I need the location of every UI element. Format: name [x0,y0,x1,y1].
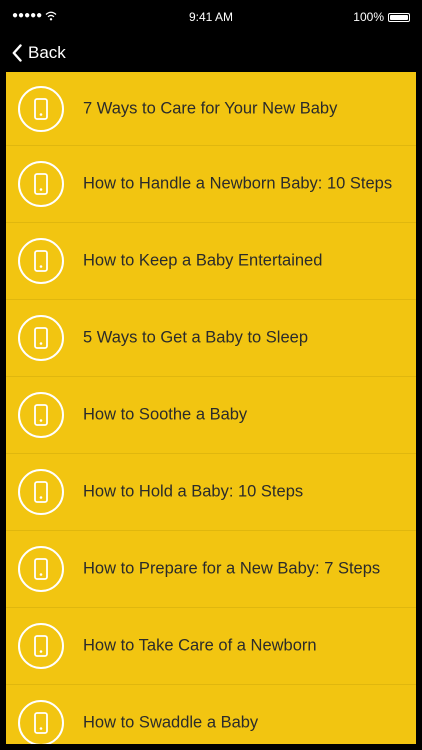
status-bar: ●●●●● 9:41 AM 100% [6,0,416,34]
list-item[interactable]: How to Handle a Newborn Baby: 10 Steps [6,146,416,223]
status-right: 100% [353,10,410,24]
navigation-bar: Back [6,34,416,72]
chevron-left-icon [12,44,22,62]
list-item[interactable]: 5 Ways to Get a Baby to Sleep [6,300,416,377]
phone-icon [18,700,64,744]
phone-icon [18,161,64,207]
battery-icon [388,12,410,22]
battery-percent: 100% [353,10,384,24]
list-item[interactable]: How to Keep a Baby Entertained [6,223,416,300]
list-item-label: 5 Ways to Get a Baby to Sleep [83,328,309,347]
list-item[interactable]: How to Take Care of a Newborn [6,608,416,685]
app-screen: ●●●●● 9:41 AM 100% Back 7 Ways to Care f… [6,0,416,744]
phone-icon [18,85,64,132]
list-item-label: How to Hold a Baby: 10 Steps [83,482,304,501]
phone-icon [18,392,64,438]
phone-icon [18,469,64,515]
phone-icon [18,238,64,284]
list-item-label: How to Soothe a Baby [83,405,248,424]
list-item[interactable]: How to Soothe a Baby [6,377,416,454]
list-item-label: How to Take Care of a Newborn [83,636,317,655]
phone-icon [18,546,64,592]
list-item-label: How to Handle a Newborn Baby: 10 Steps [83,174,393,193]
list-item-label: 7 Ways to Care for Your New Baby [83,99,338,117]
back-label: Back [28,43,66,62]
device-frame: ●●●●● 9:41 AM 100% Back 7 Ways to Care f… [0,0,422,750]
back-button[interactable]: Back [12,38,66,68]
list-item[interactable]: How to Hold a Baby: 10 Steps [6,454,416,531]
list-item[interactable]: 7 Ways to Care for Your New Baby [6,72,416,146]
list-item[interactable]: How to Prepare for a New Baby: 7 Steps [6,531,416,608]
article-list: 7 Ways to Care for Your New Baby How to … [6,72,416,744]
list-item-label: How to Swaddle a Baby [83,713,259,732]
list-item-label: How to Prepare for a New Baby: 7 Steps [83,559,381,578]
list-item-label: How to Keep a Baby Entertained [83,251,323,270]
phone-icon [18,315,64,361]
list-item[interactable]: How to Swaddle a Baby [6,685,416,744]
phone-icon [18,623,64,669]
